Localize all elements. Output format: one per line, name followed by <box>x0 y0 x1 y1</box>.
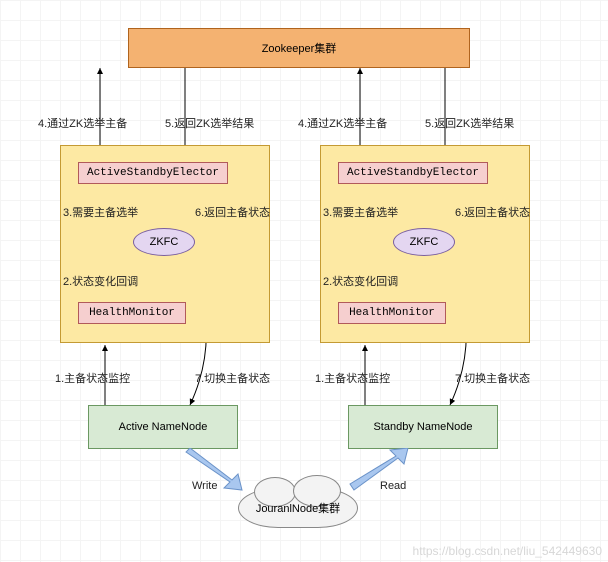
left-elector: ActiveStandbyElector <box>78 162 228 184</box>
left-zkfc-label: ZKFC <box>150 236 179 248</box>
standby-namenode-label: Standby NameNode <box>373 421 472 433</box>
write-label: Write <box>192 480 217 492</box>
right-zkfc-label: ZKFC <box>410 236 439 248</box>
right-health-monitor: HealthMonitor <box>338 302 446 324</box>
right-step4-label: 4.通过ZK选举主备 <box>298 115 387 131</box>
left-step3-label: 3.需要主备选举 <box>63 204 138 220</box>
left-step5-label: 5.返回ZK选举结果 <box>165 115 254 131</box>
right-step6-label: 6.返回主备状态 <box>455 204 530 220</box>
zookeeper-label: Zookeeper集群 <box>262 40 337 56</box>
right-step5-label: 5.返回ZK选举结果 <box>425 115 514 131</box>
zookeeper-cluster: Zookeeper集群 <box>128 28 470 68</box>
left-step1-label: 1.主备状态监控 <box>55 370 130 386</box>
journalnode-label: JouranlNode集群 <box>256 500 340 516</box>
left-step6-label: 6.返回主备状态 <box>195 204 270 220</box>
right-zkfc: ZKFC <box>393 228 455 256</box>
left-step7-label: 7.切换主备状态 <box>195 370 270 386</box>
right-step1-label: 1.主备状态监控 <box>315 370 390 386</box>
standby-namenode: Standby NameNode <box>348 405 498 449</box>
read-label: Read <box>380 480 406 492</box>
right-step7-label: 7.切换主备状态 <box>455 370 530 386</box>
left-health-label: HealthMonitor <box>89 307 175 319</box>
active-namenode: Active NameNode <box>88 405 238 449</box>
watermark: https://blog.csdn.net/liu_542449630 <box>413 544 602 558</box>
left-step4-label: 4.通过ZK选举主备 <box>38 115 127 131</box>
left-step2-label: 2.状态变化回调 <box>63 273 138 289</box>
left-elector-label: ActiveStandbyElector <box>87 167 219 179</box>
right-health-label: HealthMonitor <box>349 307 435 319</box>
right-step3-label: 3.需要主备选举 <box>323 204 398 220</box>
left-zkfc: ZKFC <box>133 228 195 256</box>
left-health-monitor: HealthMonitor <box>78 302 186 324</box>
active-namenode-label: Active NameNode <box>119 421 208 433</box>
right-elector: ActiveStandbyElector <box>338 162 488 184</box>
right-step2-label: 2.状态变化回调 <box>323 273 398 289</box>
right-elector-label: ActiveStandbyElector <box>347 167 479 179</box>
